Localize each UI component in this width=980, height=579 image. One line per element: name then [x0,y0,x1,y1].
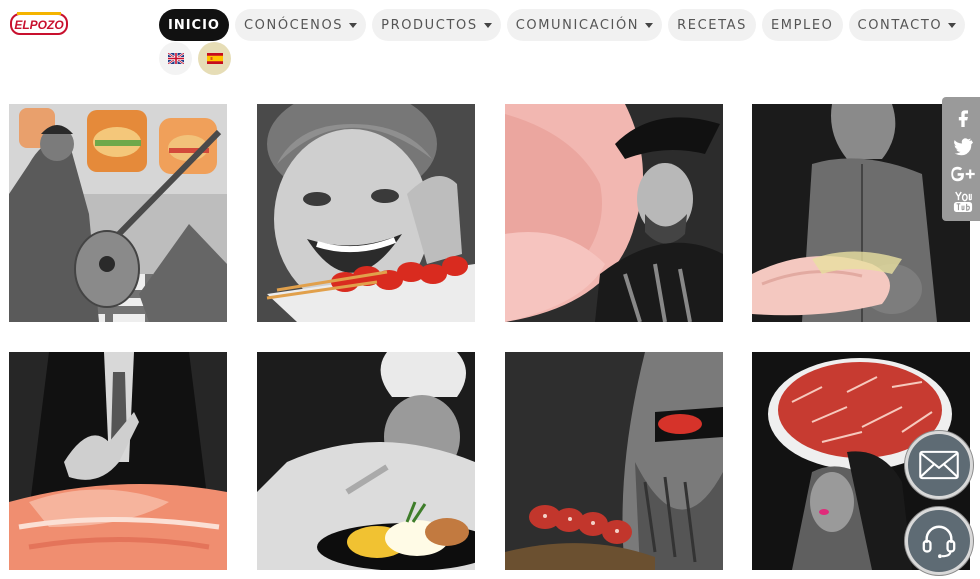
support-button[interactable] [905,507,973,575]
elpozo-logo[interactable]: ELPOZO [8,10,70,38]
main-nav: INICIO CONÓCENOS PRODUCTOS COMUNICACIÓN … [159,9,966,41]
ham-slices-musketeer-image-art [505,104,723,322]
laughing-child-chorizo-image-art [257,104,475,322]
svg-text:ELPOZO: ELPOZO [14,18,64,32]
uk-flag-icon [167,53,184,64]
nav-label: EMPLEO [770,17,834,33]
bearded-man-salami-image-art [505,352,723,570]
nav-label: CONÓCENOS [243,17,344,33]
man-guitar-sandwich-image[interactable] [9,104,227,322]
caret-down-icon [349,22,358,28]
nav-productos[interactable]: PRODUCTOS [372,9,501,41]
chef-plating-dish-image[interactable] [257,352,475,570]
chef-plating-dish-image-art [257,352,475,570]
google-plus-icon[interactable] [948,162,978,186]
nav-label: COMUNICACIÓN [515,17,640,33]
elpozo-logo-mark: ELPOZO [10,12,68,35]
nav-label: INICIO [168,17,220,33]
bearded-man-salami-image[interactable] [505,352,723,570]
mail-button[interactable] [905,431,973,499]
ham-slices-musketeer-image[interactable] [505,104,723,322]
caret-down-icon [483,22,492,28]
nav-label: RECETAS [677,17,747,33]
laughing-child-chorizo-image[interactable] [257,104,475,322]
fitness-woman-turkey-image-art [752,104,970,322]
businessman-serrano-ham-image-art [9,352,227,570]
nav-recetas[interactable]: RECETAS [668,9,756,41]
businessman-serrano-ham-image[interactable] [9,352,227,570]
google-plus-glyph [951,166,975,182]
nav-comunicacion[interactable]: COMUNICACIÓN [506,9,663,41]
twitter-icon[interactable] [948,134,978,158]
mail-icon [919,450,959,480]
nav-conocenos[interactable]: CONÓCENOS [234,9,367,41]
facebook-glyph [958,110,968,127]
nav-inicio[interactable]: INICIO [159,9,229,41]
social-sidebar [942,97,980,221]
caret-down-icon [645,22,654,28]
support-headset-icon [922,525,956,559]
fitness-woman-turkey-image[interactable] [752,104,970,322]
language-english-button[interactable] [159,42,192,75]
youtube-glyph [953,191,973,212]
language-spanish-button[interactable] [198,42,231,75]
nav-contacto[interactable]: CONTACTO [848,9,966,41]
nav-label: PRODUCTOS [381,17,478,33]
nav-empleo[interactable]: EMPLEO [761,9,843,41]
facebook-icon[interactable] [948,105,978,129]
nav-label: CONTACTO [857,17,943,33]
caret-down-icon [948,22,957,28]
spain-flag-icon [206,53,223,64]
man-guitar-sandwich-image-art [9,104,227,322]
twitter-glyph [954,138,973,156]
youtube-icon[interactable] [948,190,978,214]
